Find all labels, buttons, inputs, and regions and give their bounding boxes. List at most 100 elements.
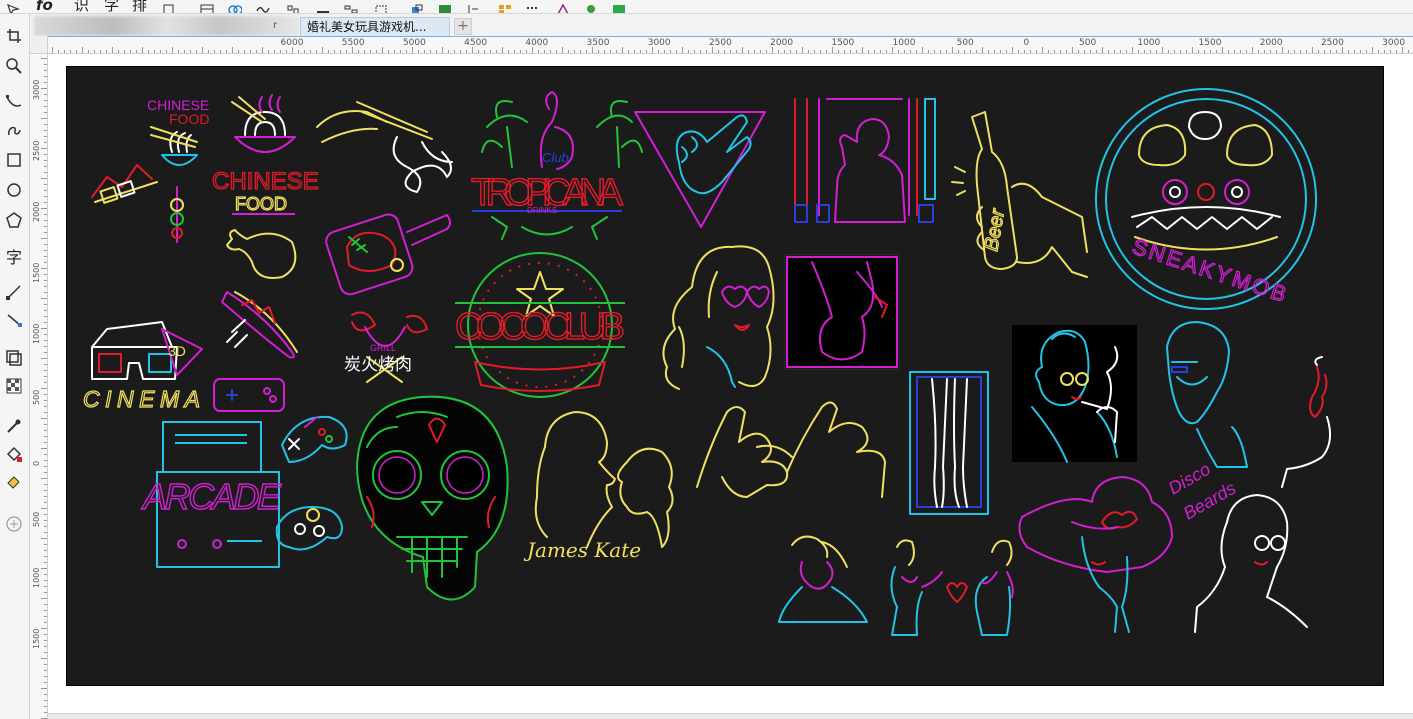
ruler-tick xyxy=(44,310,47,311)
smart-fill-icon[interactable] xyxy=(4,472,24,492)
distribute-icon[interactable] xyxy=(344,0,358,13)
ruler-tick xyxy=(41,418,47,419)
eyedropper-tool-icon[interactable] xyxy=(4,416,24,436)
ruler-tick xyxy=(41,688,47,689)
tab-active-document[interactable]: 婚礼美女玩具游戏机... xyxy=(300,17,450,36)
ruler-tick xyxy=(44,706,47,707)
ellipse-tool-icon[interactable] xyxy=(4,180,24,200)
hand-triangle-sign[interactable] xyxy=(634,111,766,228)
image-icon[interactable] xyxy=(438,0,452,13)
ruler-h-label: 500 xyxy=(1079,38,1097,48)
ruler-tick xyxy=(41,268,47,269)
cinema-sign[interactable]: 3D CINEMA xyxy=(82,321,203,413)
woman-heart-glasses-sign[interactable] xyxy=(662,245,775,390)
chopsticks-noodles-sign[interactable] xyxy=(316,101,453,193)
ruler-tick xyxy=(44,232,47,233)
ruler-tick xyxy=(44,136,47,137)
steak-pan-sign[interactable] xyxy=(324,212,451,297)
drop-shadow-tool-icon[interactable] xyxy=(4,348,24,368)
retro-controller-sign[interactable] xyxy=(213,378,285,412)
tropicana-sign[interactable]: Club TROPICANA DRINKS xyxy=(470,91,643,240)
ruler-h-label: 1000 xyxy=(892,38,916,48)
chinese-food-big-sign[interactable]: CHINESE FOOD xyxy=(211,94,319,215)
ruler-tick xyxy=(1360,50,1361,53)
ruler-tick xyxy=(41,478,47,479)
salute-figure-sign[interactable] xyxy=(794,98,936,223)
disco-beards-sign[interactable]: Disco Beards xyxy=(1165,321,1248,524)
small-figures-sign[interactable] xyxy=(778,535,1014,636)
grill-sign[interactable]: GRILL 炭火烤肉 xyxy=(344,311,428,383)
drawing-page[interactable]: CHINESE FOOD CHINESE FOOD Club TROPICANA… xyxy=(66,66,1384,686)
grid-icon[interactable] xyxy=(498,0,512,13)
freehand-tool-icon[interactable] xyxy=(4,92,24,112)
zoom-tool-icon[interactable] xyxy=(4,56,24,76)
crop-tool-icon[interactable] xyxy=(4,26,24,46)
hotdog-sign[interactable] xyxy=(221,291,298,359)
ruler-tick xyxy=(41,448,47,449)
couple-james-kate-sign[interactable]: James Kate xyxy=(523,411,674,562)
vertical-ruler[interactable]: 3000 2500 2000 1500 1000 500 0 500 1000 1500 xyxy=(30,54,48,719)
bitmap-icon[interactable] xyxy=(162,0,176,13)
text-tool-icon[interactable]: 字 xyxy=(4,246,24,267)
envelope-icon[interactable] xyxy=(256,0,270,13)
skewers-sign[interactable] xyxy=(91,164,184,243)
line-icon[interactable] xyxy=(316,0,330,13)
ruler-tick xyxy=(442,47,443,53)
pinky-promise-sign[interactable] xyxy=(696,401,886,498)
toolbar-item-1[interactable]: 识 xyxy=(74,0,89,13)
transparency-tool-icon[interactable] xyxy=(4,376,24,396)
export-icon[interactable] xyxy=(612,0,626,13)
artistic-media-icon[interactable] xyxy=(4,120,24,140)
interactive-fill-icon[interactable] xyxy=(4,444,24,464)
rectangle-tool-icon[interactable] xyxy=(4,150,24,170)
sneakymob-sign[interactable]: SNEAKYMOB xyxy=(1095,88,1317,310)
add-tool-icon[interactable] xyxy=(4,514,24,534)
gamepads-sign[interactable] xyxy=(275,415,348,551)
ruler-tick xyxy=(44,634,47,635)
toolbar-item-2[interactable]: 字 xyxy=(104,0,119,13)
plugin-icon[interactable] xyxy=(584,0,598,13)
ruler-tick xyxy=(772,47,773,53)
blend-icon[interactable] xyxy=(228,0,243,13)
ruler-tick xyxy=(44,490,47,491)
ruler-tick xyxy=(766,50,767,53)
dots-icon[interactable] xyxy=(526,0,540,11)
font-icon[interactable]: fo xyxy=(36,0,53,13)
align-icon[interactable] xyxy=(286,0,300,13)
smoking-woman-sign[interactable] xyxy=(1012,325,1137,463)
ruler-tick xyxy=(1012,47,1013,53)
beer-hand-sign[interactable]: Beer xyxy=(951,111,1088,278)
effects-icon[interactable] xyxy=(556,0,570,13)
ruler-tick xyxy=(44,412,47,413)
ruler-tick xyxy=(910,50,911,53)
chicken-leg-sign[interactable] xyxy=(226,229,297,279)
legs-frame-sign[interactable] xyxy=(909,371,989,515)
corel-draw-window: fo 识 字 排 字 r 婚礼美女玩具游戏机... + 6000 5500 50… xyxy=(0,0,1413,719)
arcade-sign[interactable]: ARCADE xyxy=(140,421,283,568)
toolbar-item-3[interactable]: 排 xyxy=(132,0,147,13)
ruler-tick xyxy=(76,50,77,53)
table-icon[interactable] xyxy=(200,0,214,13)
chinese-food-small-sign[interactable]: CHINESE FOOD xyxy=(147,97,209,166)
ruler-corner[interactable] xyxy=(30,36,48,54)
ruler-tick xyxy=(44,142,47,143)
arrange-icon[interactable] xyxy=(410,0,424,13)
ruler-tick xyxy=(1000,50,1001,53)
add-tab-button[interactable]: + xyxy=(454,18,472,35)
transform-icon[interactable] xyxy=(374,0,388,13)
ruler-tick xyxy=(1264,50,1265,53)
sugar-skull-sign[interactable] xyxy=(355,395,509,601)
hat-woman-sign[interactable] xyxy=(1018,476,1173,633)
pick-tool-icon[interactable] xyxy=(6,0,21,13)
connector-tool-icon[interactable] xyxy=(4,310,24,330)
dimension-tool-icon[interactable] xyxy=(4,282,24,302)
blurred-tab[interactable] xyxy=(34,16,300,36)
cococlub-sign[interactable]: COCOCLUB xyxy=(454,252,626,398)
text-frame-icon[interactable] xyxy=(466,0,480,13)
pink-frame-figure-sign[interactable] xyxy=(784,254,900,370)
ruler-tick xyxy=(628,50,629,53)
polygon-tool-icon[interactable] xyxy=(4,210,24,230)
horizontal-ruler[interactable]: 6000 5500 5000 4500 4000 3500 3000 2500 2000 1500… xyxy=(48,36,1413,54)
ruler-tick xyxy=(44,286,47,287)
ruler-tick xyxy=(292,47,293,53)
